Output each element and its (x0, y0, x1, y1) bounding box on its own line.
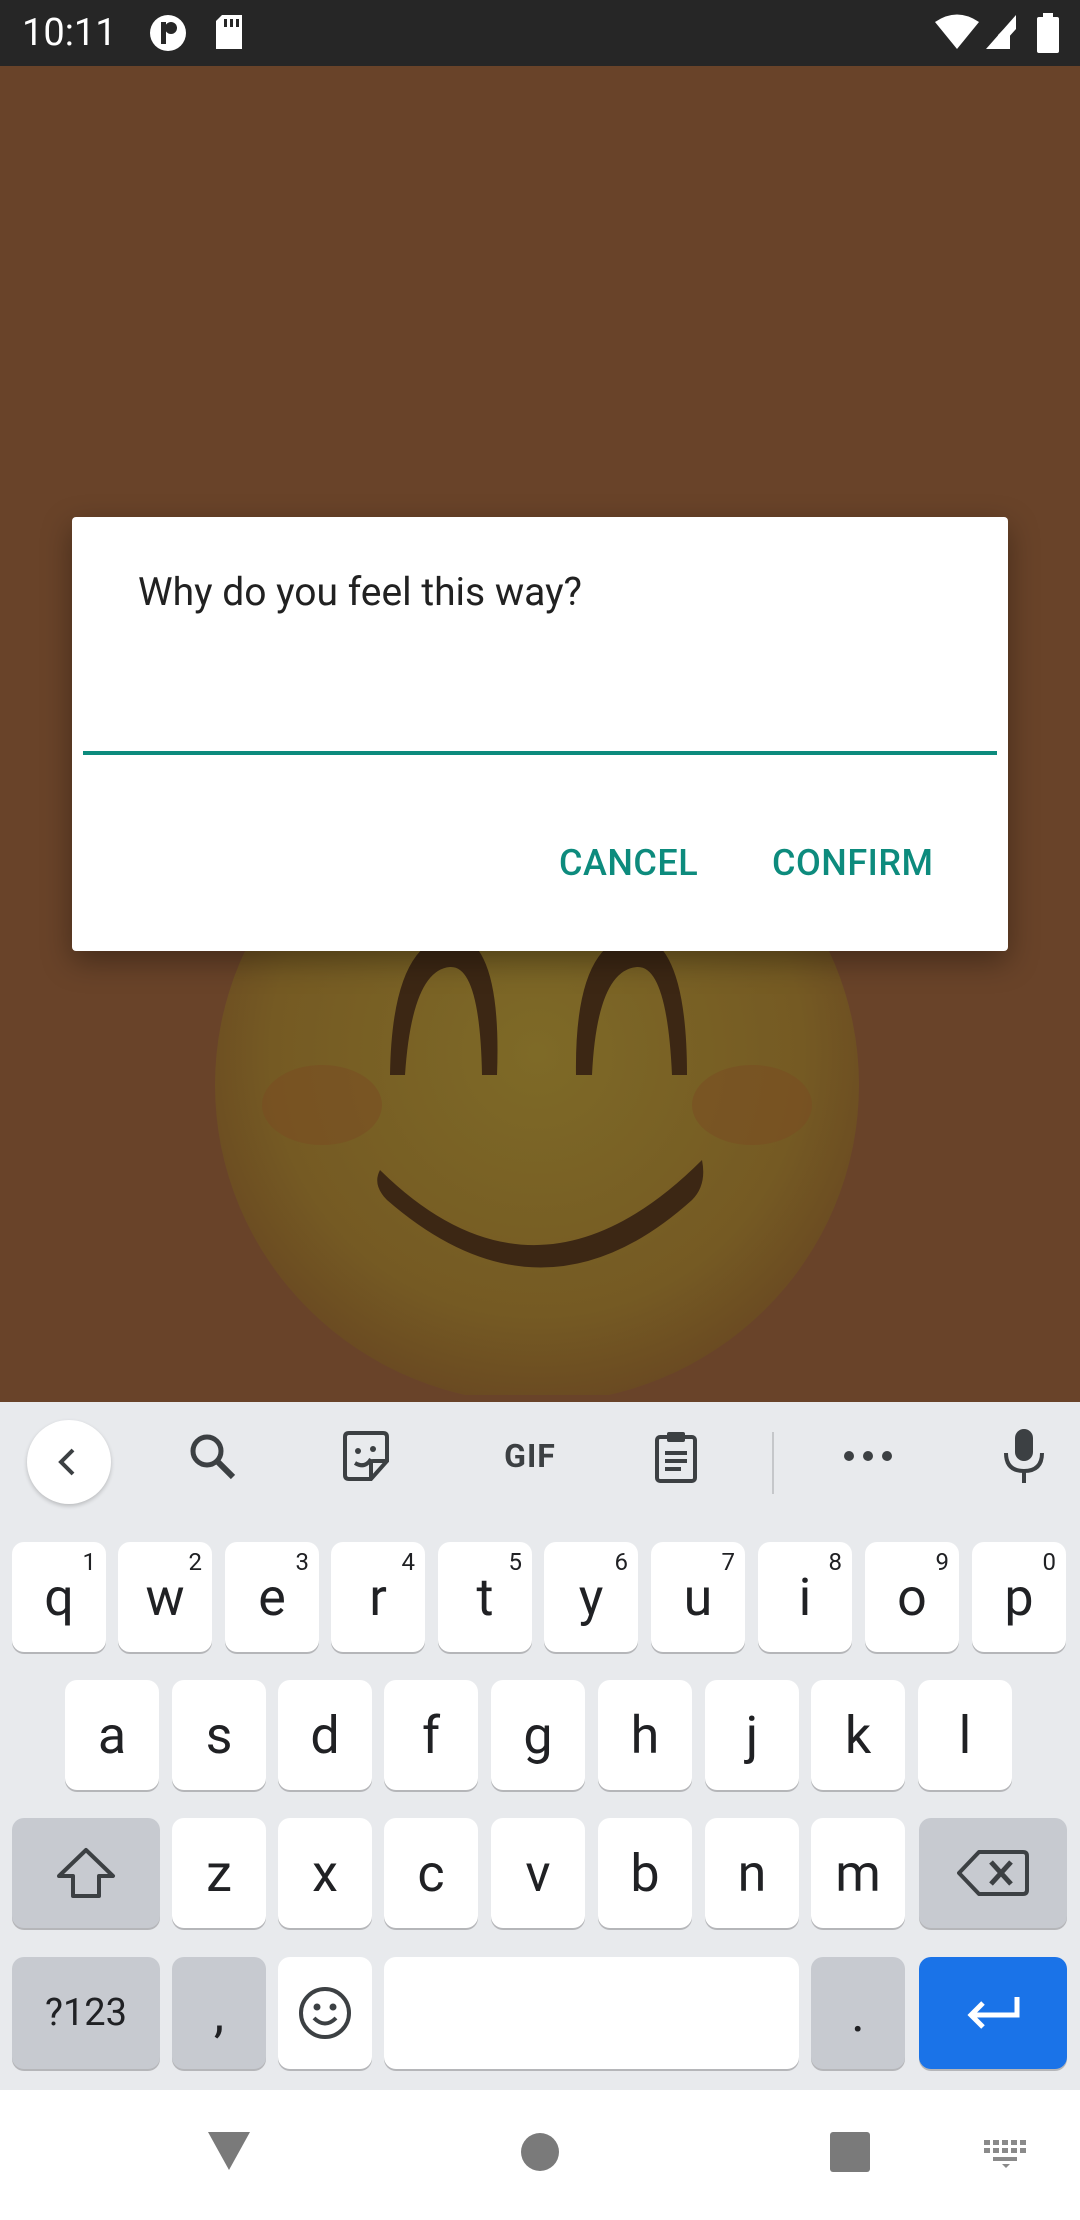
key-t[interactable]: t5 (438, 1542, 532, 1652)
key-n[interactable]: n (705, 1818, 799, 1928)
key-s[interactable]: s (172, 1680, 266, 1790)
key-q[interactable]: q1 (12, 1542, 106, 1652)
mic-button[interactable] (988, 1420, 1060, 1492)
key-j[interactable]: j (705, 1680, 799, 1790)
backspace-icon (957, 1850, 1029, 1896)
enter-key[interactable] (919, 1957, 1067, 2069)
shift-key[interactable] (12, 1818, 160, 1928)
key-y[interactable]: y6 (544, 1542, 638, 1652)
key-l[interactable]: l (918, 1680, 1012, 1790)
battery-icon (1036, 13, 1060, 57)
keyboard-back-button[interactable] (27, 1420, 111, 1504)
backspace-key[interactable] (919, 1818, 1067, 1928)
key-c[interactable]: c (384, 1818, 478, 1928)
toolbar-divider (772, 1432, 774, 1494)
key-b[interactable]: b (598, 1818, 692, 1928)
key-a[interactable]: a (65, 1680, 159, 1790)
recents-square-icon[interactable] (830, 2132, 870, 2172)
key-p[interactable]: p0 (972, 1542, 1066, 1652)
search-button[interactable] (176, 1420, 248, 1492)
more-button[interactable] (832, 1420, 904, 1492)
reason-input[interactable] (83, 625, 997, 755)
feeling-dialog: Why do you feel this way? CANCEL CONFIRM (72, 517, 1008, 951)
key-m[interactable]: m (811, 1818, 905, 1928)
key-k[interactable]: k (811, 1680, 905, 1790)
comma-key[interactable]: , (172, 1957, 266, 2069)
key-r[interactable]: r4 (331, 1542, 425, 1652)
gif-button[interactable]: GIF (482, 1420, 578, 1492)
key-o[interactable]: o9 (865, 1542, 959, 1652)
more-icon (844, 1451, 892, 1461)
sticker-icon (343, 1431, 389, 1481)
chevron-left-icon (58, 1448, 75, 1476)
dialog-title: Why do you feel this way? (138, 569, 582, 615)
key-g[interactable]: g (491, 1680, 585, 1790)
sd-card-icon (214, 13, 244, 55)
key-u[interactable]: u7 (651, 1542, 745, 1652)
navigation-bar (0, 2090, 1080, 2220)
mic-icon (1004, 1429, 1044, 1483)
back-triangle-icon[interactable] (206, 2130, 252, 2172)
status-bar: 10:11 (0, 0, 1080, 66)
wifi-icon (934, 13, 980, 55)
notification-p-icon (148, 13, 188, 57)
cancel-button[interactable]: CANCEL (559, 842, 698, 884)
key-w[interactable]: w2 (118, 1542, 212, 1652)
emoji-key[interactable] (278, 1957, 372, 2069)
emoji-icon (299, 1987, 351, 2039)
key-z[interactable]: z (172, 1818, 266, 1928)
clipboard-icon (655, 1432, 697, 1483)
sticker-button[interactable] (330, 1420, 402, 1492)
period-key[interactable]: . (811, 1957, 905, 2069)
shift-icon (57, 1848, 115, 1898)
key-d[interactable]: d (278, 1680, 372, 1790)
signal-icon (984, 13, 1018, 55)
key-x[interactable]: x (278, 1818, 372, 1928)
keyboard-switch-icon[interactable] (984, 2140, 1028, 2168)
search-icon (190, 1434, 236, 1480)
key-i[interactable]: i8 (758, 1542, 852, 1652)
symbols-key[interactable]: ?123 (12, 1957, 160, 2069)
key-f[interactable]: f (384, 1680, 478, 1790)
clipboard-button[interactable] (640, 1420, 712, 1492)
enter-icon (967, 1997, 1020, 2029)
key-h[interactable]: h (598, 1680, 692, 1790)
confirm-button[interactable]: CONFIRM (772, 842, 934, 884)
key-v[interactable]: v (491, 1818, 585, 1928)
key-e[interactable]: e3 (225, 1542, 319, 1652)
status-time: 10:11 (22, 11, 117, 55)
space-key[interactable] (384, 1957, 799, 2069)
keyboard: GIF q1 w2 e3 r4 t5 y6 u7 i8 o9 p0 a s d … (0, 1402, 1080, 2090)
home-circle-icon[interactable] (520, 2132, 560, 2172)
